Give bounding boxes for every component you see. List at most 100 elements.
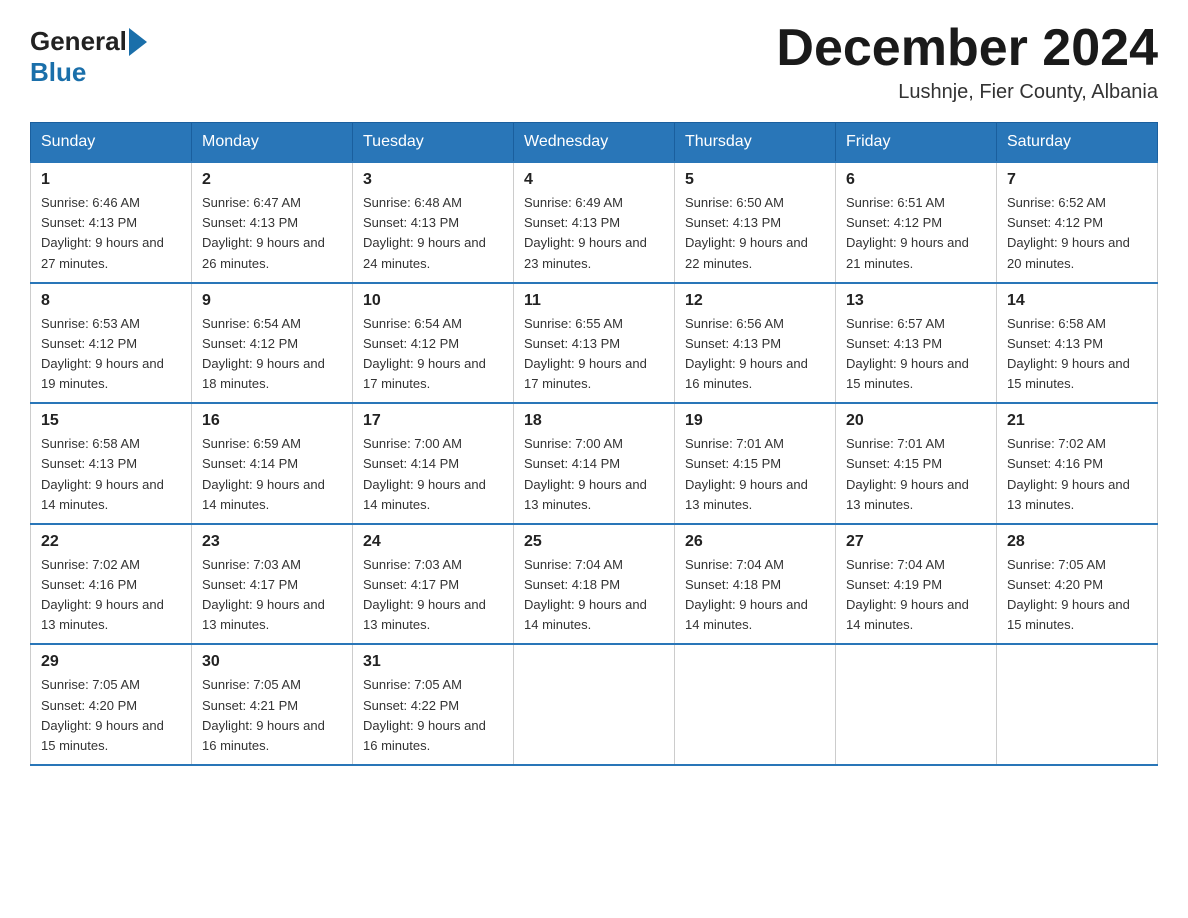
day-number: 31 <box>363 653 503 671</box>
calendar-cell: 17 Sunrise: 7:00 AMSunset: 4:14 PMDayligh… <box>353 403 514 524</box>
day-info: Sunrise: 6:58 AMSunset: 4:13 PMDaylight:… <box>1007 314 1147 395</box>
day-number: 4 <box>524 171 664 189</box>
calendar-cell: 27Sunrise: 7:04 AMSunset: 4:19 PMDayligh… <box>836 524 997 645</box>
calendar-cell: 13 Sunrise: 6:57 AMSunset: 4:13 PMDayligh… <box>836 283 997 404</box>
day-info: Sunrise: 7:02 AMSunset: 4:16 PMDaylight:… <box>1007 434 1147 515</box>
logo-general: General <box>30 26 127 57</box>
weekday-header-saturday: Saturday <box>997 123 1158 163</box>
calendar-cell: 7 Sunrise: 6:52 AMSunset: 4:12 PMDaylight… <box>997 162 1158 283</box>
day-info: Sunrise: 7:02 AMSunset: 4:16 PMDaylight:… <box>41 555 181 636</box>
calendar-cell: 24 Sunrise: 7:03 AMSunset: 4:17 PMDayligh… <box>353 524 514 645</box>
calendar-cell: 15 Sunrise: 6:58 AMSunset: 4:13 PMDayligh… <box>31 403 192 524</box>
day-number: 1 <box>41 171 181 189</box>
calendar-week-1: 1 Sunrise: 6:46 AMSunset: 4:13 PMDaylight… <box>31 162 1158 283</box>
weekday-header-wednesday: Wednesday <box>514 123 675 163</box>
day-number: 18 <box>524 412 664 430</box>
calendar-cell: 23 Sunrise: 7:03 AMSunset: 4:17 PMDayligh… <box>192 524 353 645</box>
day-info: Sunrise: 6:57 AMSunset: 4:13 PMDaylight:… <box>846 314 986 395</box>
calendar-body: 1 Sunrise: 6:46 AMSunset: 4:13 PMDaylight… <box>31 162 1158 765</box>
day-info: Sunrise: 7:00 AMSunset: 4:14 PMDaylight:… <box>524 434 664 515</box>
day-info: Sunrise: 7:00 AMSunset: 4:14 PMDaylight:… <box>363 434 503 515</box>
weekday-header-tuesday: Tuesday <box>353 123 514 163</box>
day-number: 24 <box>363 533 503 551</box>
logo: General Blue <box>30 20 149 88</box>
calendar-week-4: 22 Sunrise: 7:02 AMSunset: 4:16 PMDayligh… <box>31 524 1158 645</box>
day-number: 14 <box>1007 292 1147 310</box>
calendar-cell: 19Sunrise: 7:01 AMSunset: 4:15 PMDayligh… <box>675 403 836 524</box>
calendar-cell: 2 Sunrise: 6:47 AMSunset: 4:13 PMDaylight… <box>192 162 353 283</box>
weekday-header-thursday: Thursday <box>675 123 836 163</box>
title-area: December 2024 Lushnje, Fier County, Alba… <box>776 20 1158 104</box>
calendar-cell: 9Sunrise: 6:54 AMSunset: 4:12 PMDaylight… <box>192 283 353 404</box>
day-number: 12 <box>685 292 825 310</box>
day-number: 25 <box>524 533 664 551</box>
weekday-header-sunday: Sunday <box>31 123 192 163</box>
calendar-cell: 25Sunrise: 7:04 AMSunset: 4:18 PMDayligh… <box>514 524 675 645</box>
day-info: Sunrise: 6:47 AMSunset: 4:13 PMDaylight:… <box>202 193 342 274</box>
day-number: 10 <box>363 292 503 310</box>
day-info: Sunrise: 7:04 AMSunset: 4:19 PMDaylight:… <box>846 555 986 636</box>
calendar-cell: 30 Sunrise: 7:05 AMSunset: 4:21 PMDayligh… <box>192 644 353 765</box>
day-number: 30 <box>202 653 342 671</box>
day-info: Sunrise: 7:03 AMSunset: 4:17 PMDaylight:… <box>363 555 503 636</box>
calendar-cell <box>836 644 997 765</box>
calendar-week-2: 8Sunrise: 6:53 AMSunset: 4:12 PMDaylight… <box>31 283 1158 404</box>
calendar-cell: 14 Sunrise: 6:58 AMSunset: 4:13 PMDayligh… <box>997 283 1158 404</box>
day-number: 7 <box>1007 171 1147 189</box>
calendar-cell: 28 Sunrise: 7:05 AMSunset: 4:20 PMDayligh… <box>997 524 1158 645</box>
calendar-cell: 10 Sunrise: 6:54 AMSunset: 4:12 PMDayligh… <box>353 283 514 404</box>
calendar-cell: 31 Sunrise: 7:05 AMSunset: 4:22 PMDayligh… <box>353 644 514 765</box>
day-info: Sunrise: 7:05 AMSunset: 4:21 PMDaylight:… <box>202 675 342 756</box>
day-number: 26 <box>685 533 825 551</box>
month-year-title: December 2024 <box>776 20 1158 77</box>
calendar-cell: 21 Sunrise: 7:02 AMSunset: 4:16 PMDayligh… <box>997 403 1158 524</box>
day-number: 15 <box>41 412 181 430</box>
calendar-cell: 4Sunrise: 6:49 AMSunset: 4:13 PMDaylight… <box>514 162 675 283</box>
calendar-table: SundayMondayTuesdayWednesdayThursdayFrid… <box>30 122 1158 766</box>
calendar-cell: 5Sunrise: 6:50 AMSunset: 4:13 PMDaylight… <box>675 162 836 283</box>
calendar-cell: 1 Sunrise: 6:46 AMSunset: 4:13 PMDaylight… <box>31 162 192 283</box>
day-info: Sunrise: 6:54 AMSunset: 4:12 PMDaylight:… <box>363 314 503 395</box>
calendar-cell: 3 Sunrise: 6:48 AMSunset: 4:13 PMDaylight… <box>353 162 514 283</box>
day-number: 17 <box>363 412 503 430</box>
day-info: Sunrise: 7:03 AMSunset: 4:17 PMDaylight:… <box>202 555 342 636</box>
day-number: 28 <box>1007 533 1147 551</box>
calendar-cell <box>675 644 836 765</box>
day-number: 21 <box>1007 412 1147 430</box>
day-info: Sunrise: 6:53 AMSunset: 4:12 PMDaylight:… <box>41 314 181 395</box>
calendar-cell: 22 Sunrise: 7:02 AMSunset: 4:16 PMDayligh… <box>31 524 192 645</box>
calendar-week-5: 29Sunrise: 7:05 AMSunset: 4:20 PMDayligh… <box>31 644 1158 765</box>
calendar-cell: 16Sunrise: 6:59 AMSunset: 4:14 PMDayligh… <box>192 403 353 524</box>
calendar-cell <box>514 644 675 765</box>
day-number: 22 <box>41 533 181 551</box>
calendar-cell: 29Sunrise: 7:05 AMSunset: 4:20 PMDayligh… <box>31 644 192 765</box>
day-info: Sunrise: 7:05 AMSunset: 4:22 PMDaylight:… <box>363 675 503 756</box>
day-info: Sunrise: 6:54 AMSunset: 4:12 PMDaylight:… <box>202 314 342 395</box>
day-number: 19 <box>685 412 825 430</box>
day-info: Sunrise: 7:04 AMSunset: 4:18 PMDaylight:… <box>685 555 825 636</box>
day-info: Sunrise: 6:52 AMSunset: 4:12 PMDaylight:… <box>1007 193 1147 274</box>
calendar-cell: 12 Sunrise: 6:56 AMSunset: 4:13 PMDayligh… <box>675 283 836 404</box>
day-info: Sunrise: 6:55 AMSunset: 4:13 PMDaylight:… <box>524 314 664 395</box>
calendar-cell <box>997 644 1158 765</box>
location-subtitle: Lushnje, Fier County, Albania <box>776 81 1158 104</box>
day-number: 23 <box>202 533 342 551</box>
day-info: Sunrise: 6:59 AMSunset: 4:14 PMDaylight:… <box>202 434 342 515</box>
day-number: 13 <box>846 292 986 310</box>
weekday-header-row: SundayMondayTuesdayWednesdayThursdayFrid… <box>31 123 1158 163</box>
day-number: 5 <box>685 171 825 189</box>
calendar-cell: 26 Sunrise: 7:04 AMSunset: 4:18 PMDayligh… <box>675 524 836 645</box>
day-info: Sunrise: 6:48 AMSunset: 4:13 PMDaylight:… <box>363 193 503 274</box>
day-info: Sunrise: 7:05 AMSunset: 4:20 PMDaylight:… <box>41 675 181 756</box>
calendar-week-3: 15 Sunrise: 6:58 AMSunset: 4:13 PMDayligh… <box>31 403 1158 524</box>
day-info: Sunrise: 6:56 AMSunset: 4:13 PMDaylight:… <box>685 314 825 395</box>
day-number: 2 <box>202 171 342 189</box>
day-info: Sunrise: 7:05 AMSunset: 4:20 PMDaylight:… <box>1007 555 1147 636</box>
page-header: General Blue December 2024 Lushnje, Fier… <box>30 20 1158 104</box>
day-info: Sunrise: 6:58 AMSunset: 4:13 PMDaylight:… <box>41 434 181 515</box>
day-number: 3 <box>363 171 503 189</box>
day-info: Sunrise: 6:46 AMSunset: 4:13 PMDaylight:… <box>41 193 181 274</box>
calendar-cell: 20Sunrise: 7:01 AMSunset: 4:15 PMDayligh… <box>836 403 997 524</box>
logo-blue: Blue <box>30 57 86 88</box>
calendar-cell: 6Sunrise: 6:51 AMSunset: 4:12 PMDaylight… <box>836 162 997 283</box>
